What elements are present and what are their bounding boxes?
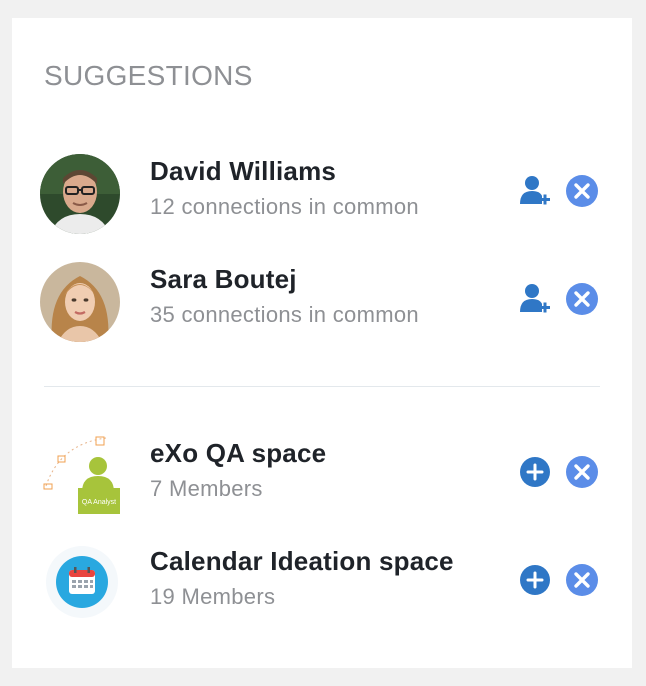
space-avatar[interactable] <box>40 542 124 622</box>
person-name[interactable]: David Williams <box>150 156 336 187</box>
members-count: 19 Members <box>150 584 276 609</box>
space-name[interactable]: Calendar Ideation space <box>150 546 454 577</box>
connections-count: 35 connections in common <box>150 302 419 327</box>
suggestion-row-person: Sara Boutej 35 connections in common <box>12 256 632 346</box>
divider <box>44 386 600 387</box>
join-space-icon <box>520 565 550 595</box>
dismiss-icon <box>566 283 598 315</box>
add-user-button[interactable] <box>518 174 552 208</box>
join-space-button[interactable] <box>519 456 551 488</box>
avatar[interactable] <box>40 262 120 342</box>
join-space-icon <box>520 457 550 487</box>
space-name[interactable]: eXo QA space <box>150 438 326 469</box>
add-user-button[interactable] <box>518 282 552 316</box>
space-avatar[interactable]: QA Analyst <box>40 434 124 514</box>
person-name[interactable]: Sara Boutej <box>150 264 297 295</box>
dismiss-icon <box>566 456 598 488</box>
suggestions-card: SUGGESTIONS David Williams 12 connection… <box>12 18 632 668</box>
dismiss-button[interactable] <box>565 563 599 597</box>
qa-analyst-badge: QA Analyst <box>82 499 116 506</box>
connections-count: 12 connections in common <box>150 194 419 219</box>
suggestion-row-space: Calendar Ideation space 19 Members <box>12 540 632 630</box>
dismiss-icon <box>566 175 598 207</box>
avatar[interactable] <box>40 154 120 234</box>
dismiss-button[interactable] <box>565 282 599 316</box>
add-user-icon <box>520 284 550 313</box>
dismiss-button[interactable] <box>565 174 599 208</box>
members-count: 7 Members <box>150 476 263 501</box>
join-space-button[interactable] <box>519 564 551 596</box>
dismiss-button[interactable] <box>565 455 599 489</box>
dismiss-icon <box>566 564 598 596</box>
suggestion-row-person: David Williams 12 connections in common <box>12 148 632 238</box>
add-user-icon <box>520 176 550 205</box>
suggestion-row-space: QA Analyst eXo QA space 7 Members <box>12 432 632 522</box>
section-title: SUGGESTIONS <box>44 60 253 91</box>
